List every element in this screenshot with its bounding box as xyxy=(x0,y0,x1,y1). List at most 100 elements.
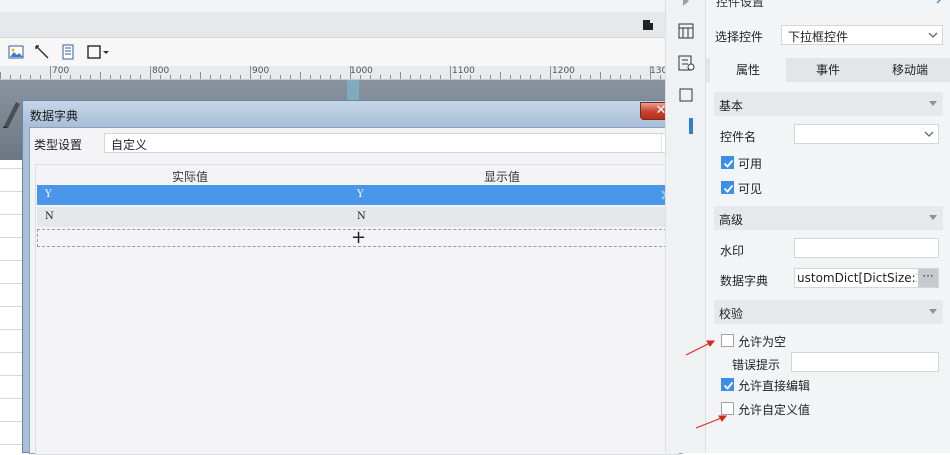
ruler-tick xyxy=(210,75,211,79)
ruler-tick xyxy=(510,75,511,79)
ruler-tick xyxy=(50,66,51,79)
ruler-tick xyxy=(410,75,411,79)
horizontal-ruler: 700 800 900 1000 1100 1200 130 xyxy=(0,66,667,80)
ruler-tick xyxy=(0,72,1,79)
watermark-input[interactable] xyxy=(794,238,939,258)
ruler-label: 1100 xyxy=(452,66,475,76)
ruler-tick xyxy=(10,75,11,79)
type-setting-row: 类型设置 自定义 xyxy=(30,128,682,157)
ruler-tick xyxy=(120,75,121,79)
data-dict-label: 数据字典 xyxy=(720,274,769,288)
ruler-tick xyxy=(540,75,541,79)
ruler-tick xyxy=(270,75,271,79)
ruler-tick xyxy=(530,75,531,79)
visible-checkbox[interactable] xyxy=(721,181,734,194)
arrow-allow-custom xyxy=(695,416,725,429)
ruler-tick xyxy=(640,75,641,79)
top-bar xyxy=(0,12,665,38)
ruler-tick xyxy=(550,66,551,79)
allow-edit-label: 允许直接编辑 xyxy=(738,379,811,393)
ruler-tick xyxy=(130,75,131,79)
panel-tabs: 属性 事件 移动端 xyxy=(706,58,950,82)
ruler-tick xyxy=(390,75,391,79)
chevron-down-icon[interactable] xyxy=(920,125,938,143)
ruler-label: 1200 xyxy=(552,66,575,76)
cell-actual[interactable]: N xyxy=(45,207,54,227)
cell-display[interactable]: Y xyxy=(357,185,364,205)
arrow-right-icon[interactable] xyxy=(677,0,695,10)
ruler-tick xyxy=(280,75,281,79)
top-strip xyxy=(0,0,665,12)
error-hint-input[interactable] xyxy=(791,352,939,372)
ruler-tick xyxy=(110,75,111,79)
border-dropdown-icon[interactable] xyxy=(86,44,110,60)
expand-icon[interactable] xyxy=(935,0,945,4)
ruler-tick xyxy=(250,66,251,79)
ruler-tick xyxy=(30,75,31,79)
section-validate[interactable]: 校验 xyxy=(714,300,943,324)
select-widget-label: 选择控件 xyxy=(715,30,764,44)
data-dict-value: ustomDict[DictSize:2] xyxy=(797,271,917,285)
plus-icon: + xyxy=(351,227,367,248)
ruler-tick xyxy=(20,75,21,79)
collapse-icon xyxy=(929,101,937,106)
image-icon[interactable] xyxy=(8,44,24,60)
collapse-icon xyxy=(929,309,937,314)
data-dict-more-button[interactable]: ··· xyxy=(918,269,938,287)
type-setting-select[interactable]: 自定义 xyxy=(104,133,682,153)
ruler-tick xyxy=(430,75,431,79)
ruler-tick xyxy=(190,75,191,79)
table-row[interactable]: N N xyxy=(37,207,678,227)
ruler-tick xyxy=(450,66,451,79)
type-setting-label: 类型设置 xyxy=(34,138,83,152)
visible-label: 可见 xyxy=(738,182,763,196)
section-advanced-label: 高级 xyxy=(719,213,744,227)
add-row-button[interactable]: + xyxy=(37,227,677,248)
chevron-down-icon[interactable] xyxy=(924,26,942,44)
widget-type-select[interactable]: 下拉框控件 xyxy=(781,25,943,45)
property-panel: 控件设置 选择控件 下拉框控件 属性 事件 移动端 基本 控件名 可用 可见 高… xyxy=(705,0,950,453)
enabled-label: 可用 xyxy=(738,157,763,171)
tab-mobile[interactable]: 移动端 xyxy=(870,58,950,82)
widget-type-value: 下拉框控件 xyxy=(788,30,849,44)
ruler-tick xyxy=(140,75,141,79)
allow-empty-label: 允许为空 xyxy=(738,335,787,349)
row-gutter xyxy=(0,160,22,453)
dialog-body: 类型设置 自定义 实际值 显示值 Y Y N N + xyxy=(29,127,683,455)
line-icon[interactable] xyxy=(34,44,50,60)
data-dict-field[interactable]: ustomDict[DictSize:2] ··· xyxy=(794,268,939,288)
report-icon[interactable] xyxy=(60,44,76,60)
section-basic-label: 基本 xyxy=(719,99,744,113)
active-indicator xyxy=(689,118,693,134)
ruler-tick xyxy=(90,75,91,79)
ruler-tick xyxy=(150,66,151,79)
section-advanced[interactable]: 高级 xyxy=(714,206,943,230)
column-header-display: 显示值 xyxy=(484,170,521,184)
ruler-tick xyxy=(80,75,81,79)
toolbar xyxy=(0,38,665,66)
dialog-titlebar[interactable]: 数据字典 ✕ xyxy=(23,101,689,127)
frame-icon[interactable] xyxy=(677,86,695,104)
enabled-checkbox[interactable] xyxy=(721,156,734,169)
ruler-tick xyxy=(400,72,401,79)
widget-settings-icon[interactable] xyxy=(677,54,695,72)
cell-display[interactable]: N xyxy=(357,207,366,227)
dock-corner-icon[interactable] xyxy=(643,20,653,30)
ruler-tick xyxy=(500,72,501,79)
ruler-tick xyxy=(420,75,421,79)
ruler-tick xyxy=(40,75,41,79)
ruler-label: 1000 xyxy=(350,66,373,76)
dictionary-grid: 实际值 显示值 Y Y N N + xyxy=(35,164,679,455)
ruler-tick xyxy=(610,75,611,79)
table-row[interactable]: Y Y xyxy=(37,185,678,205)
ruler-tick xyxy=(240,75,241,79)
arrow-allow-empty xyxy=(685,341,713,356)
layout-icon[interactable] xyxy=(677,22,695,40)
cell-actual[interactable]: Y xyxy=(45,185,52,205)
ruler-label: 900 xyxy=(252,66,270,76)
tab-events[interactable]: 事件 xyxy=(788,58,868,82)
widget-name-select[interactable] xyxy=(794,124,939,144)
dialog-title: 数据字典 xyxy=(30,109,79,123)
tab-properties[interactable]: 属性 xyxy=(710,58,786,82)
section-basic[interactable]: 基本 xyxy=(714,92,943,116)
